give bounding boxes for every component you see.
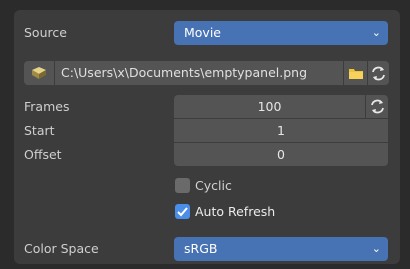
image-settings-panel: Source Movie ⌄ C:\Users\x\Documents\empt…	[14, 10, 400, 264]
image-file-icon	[32, 67, 46, 79]
open-file-button[interactable]	[344, 61, 367, 85]
reload-icon	[371, 99, 384, 114]
frames-field[interactable]: 100	[174, 95, 365, 118]
start-value: 1	[277, 123, 285, 138]
auto-refresh-checkbox[interactable]	[175, 204, 190, 219]
offset-label: Offset	[24, 147, 62, 162]
refresh-frames-button[interactable]	[366, 95, 388, 118]
start-label: Start	[24, 123, 55, 138]
offset-value: 0	[277, 147, 285, 162]
file-path-field[interactable]: C:\Users\x\Documents\emptypanel.png	[55, 61, 343, 85]
source-dropdown[interactable]: Movie ⌄	[174, 21, 388, 45]
frames-label: Frames	[24, 99, 70, 114]
folder-icon	[349, 69, 363, 79]
cyclic-label: Cyclic	[195, 178, 232, 193]
start-field[interactable]: 1	[174, 119, 388, 142]
reload-icon	[372, 66, 385, 81]
checkmark-icon	[177, 207, 188, 217]
reload-file-button[interactable]	[368, 61, 389, 85]
color-space-dropdown[interactable]: sRGB ⌄	[174, 237, 388, 261]
source-value: Movie	[184, 25, 221, 40]
color-space-value: sRGB	[184, 241, 218, 256]
auto-refresh-label: Auto Refresh	[195, 204, 276, 219]
frames-value: 100	[257, 99, 282, 114]
image-browse-button[interactable]	[24, 61, 54, 85]
auto-refresh-checkbox-row[interactable]: Auto Refresh	[174, 202, 314, 222]
source-label: Source	[24, 25, 67, 40]
cyclic-checkbox-row[interactable]: Cyclic	[174, 176, 294, 196]
offset-field[interactable]: 0	[174, 143, 388, 166]
cyclic-checkbox[interactable]	[175, 178, 190, 193]
chevron-down-icon: ⌄	[371, 26, 381, 39]
chevron-down-icon: ⌄	[371, 242, 381, 255]
color-space-label: Color Space	[24, 241, 99, 256]
